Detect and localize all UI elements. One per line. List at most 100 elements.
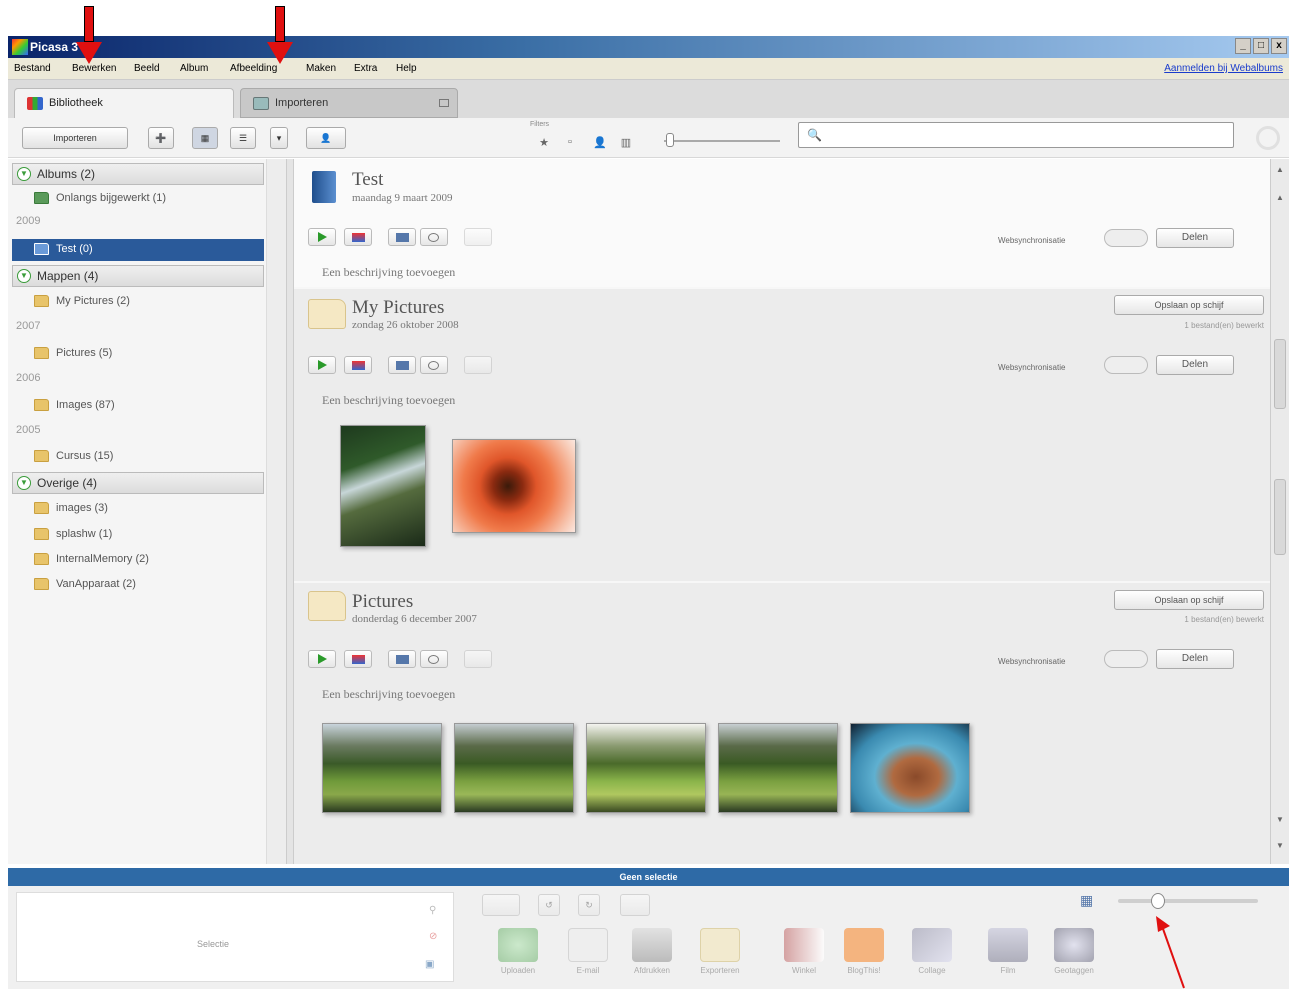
scroll-down-icon[interactable]: ▼ xyxy=(1273,815,1287,829)
photo-thumbnail[interactable] xyxy=(586,723,706,813)
signin-link[interactable]: Aanmelden bij Webalbums xyxy=(1164,63,1283,74)
scroll-thumb[interactable] xyxy=(1274,339,1286,409)
sidebar-item-my-pictures[interactable]: My Pictures (2) xyxy=(12,291,264,313)
collage-icon[interactable] xyxy=(912,928,952,962)
share-button[interactable]: Delen xyxy=(1156,355,1234,375)
collage-button[interactable] xyxy=(388,356,416,374)
scroll-up-icon[interactable]: ▲ xyxy=(1273,165,1287,179)
sidebar-item-test[interactable]: Test (0) xyxy=(12,239,264,261)
menu-bewerken[interactable]: Bewerken xyxy=(72,63,116,74)
share-button[interactable]: Delen xyxy=(1156,228,1234,248)
tab-close-icon[interactable] xyxy=(439,99,449,107)
photo-thumbnail[interactable] xyxy=(322,723,442,813)
section-title[interactable]: Pictures xyxy=(352,591,413,613)
view-thumbnails-button[interactable]: ▦ xyxy=(192,127,218,149)
search-input[interactable]: 🔍 xyxy=(798,122,1234,148)
upload-icon[interactable] xyxy=(498,928,538,962)
menu-bestand[interactable]: Bestand xyxy=(14,63,51,74)
sidebar-item-pictures[interactable]: Pictures (5) xyxy=(12,343,264,365)
add-to-album-button[interactable]: ➕ xyxy=(148,127,174,149)
info-button[interactable] xyxy=(420,650,448,668)
chevron-down-icon[interactable]: ▼ xyxy=(17,269,31,283)
websync-toggle[interactable] xyxy=(1104,229,1148,247)
sidebar-item-images-small[interactable]: images (3) xyxy=(12,498,264,520)
maximize-button[interactable]: □ xyxy=(1253,38,1269,54)
star-filter-icon[interactable]: ★ xyxy=(536,136,552,150)
menu-album[interactable]: Album xyxy=(180,63,208,74)
star-button[interactable] xyxy=(464,228,492,246)
menu-beeld[interactable]: Beeld xyxy=(134,63,160,74)
print-button[interactable] xyxy=(344,356,372,374)
add-description[interactable]: Een beschrijving toevoegen xyxy=(322,265,455,280)
thumbnail-zoom-slider[interactable] xyxy=(1118,899,1258,903)
movie-icon[interactable] xyxy=(988,928,1028,962)
collage-button[interactable] xyxy=(388,228,416,246)
email-icon[interactable] xyxy=(568,928,608,962)
star-button[interactable] xyxy=(464,650,492,668)
rotate-right-button[interactable]: ↻ xyxy=(578,894,600,916)
menu-extra[interactable]: Extra xyxy=(354,63,377,74)
thumbnail-zoom-knob[interactable] xyxy=(1151,893,1165,909)
info-button[interactable] xyxy=(420,356,448,374)
section-title[interactable]: Test xyxy=(352,169,383,191)
shop-icon[interactable] xyxy=(784,928,824,962)
geo-filter-icon[interactable]: ▥ xyxy=(618,136,634,150)
sidebar-item-internalmemory[interactable]: InternalMemory (2) xyxy=(12,549,264,571)
edit-button[interactable] xyxy=(482,894,520,916)
websync-toggle[interactable] xyxy=(1104,650,1148,668)
clear-icon[interactable]: ⊘ xyxy=(429,931,437,942)
menu-help[interactable]: Help xyxy=(396,63,417,74)
sidebar-scrollbar[interactable] xyxy=(266,159,286,864)
close-button[interactable]: x xyxy=(1271,38,1287,54)
info-button[interactable] xyxy=(420,228,448,246)
save-to-disk-button[interactable]: Opslaan op schijf xyxy=(1114,590,1264,610)
view-dropdown-button[interactable]: ▾ xyxy=(270,127,288,149)
slideshow-button[interactable] xyxy=(308,650,336,668)
sidebar-item-images[interactable]: Images (87) xyxy=(12,395,264,417)
chevron-down-icon[interactable]: ▼ xyxy=(17,476,31,490)
photo-thumbnail[interactable] xyxy=(452,439,576,533)
video-filter-icon[interactable]: ▫ xyxy=(562,136,578,150)
menu-maken[interactable]: Maken xyxy=(306,63,336,74)
view-tree-button[interactable]: ☰ xyxy=(230,127,256,149)
photo-thumbnail[interactable] xyxy=(850,723,970,813)
scroll-up-icon[interactable]: ▲ xyxy=(1273,193,1287,207)
add-to-icon[interactable]: ▣ xyxy=(425,959,434,970)
tag-button[interactable] xyxy=(620,894,650,916)
blogger-icon[interactable] xyxy=(844,928,884,962)
photo-thumbnail[interactable] xyxy=(718,723,838,813)
slideshow-button[interactable] xyxy=(308,228,336,246)
tab-bibliotheek[interactable]: Bibliotheek xyxy=(14,88,234,118)
collage-button[interactable] xyxy=(388,650,416,668)
group-mappen[interactable]: ▼ Mappen (4) xyxy=(12,265,264,287)
slideshow-button[interactable] xyxy=(308,356,336,374)
star-button[interactable] xyxy=(464,356,492,374)
print-button[interactable] xyxy=(344,228,372,246)
import-button[interactable]: Importeren xyxy=(22,127,128,149)
sidebar-item-onlangs-bijgewerkt[interactable]: Onlangs bijgewerkt (1) xyxy=(12,188,264,210)
print-button[interactable] xyxy=(344,650,372,668)
content-scrollbar[interactable]: ▲ ▲ ▼ ▼ xyxy=(1270,159,1289,864)
scroll-thumb[interactable] xyxy=(1274,479,1286,555)
section-title[interactable]: My Pictures xyxy=(352,297,444,319)
group-overige[interactable]: ▼ Overige (4) xyxy=(12,472,264,494)
photo-thumbnail[interactable] xyxy=(340,425,426,547)
websync-toggle[interactable] xyxy=(1104,356,1148,374)
selection-tray[interactable]: Selectie ⚲ ⊘ ▣ xyxy=(16,892,454,982)
menu-afbeelding[interactable]: Afbeelding xyxy=(230,63,277,74)
add-description[interactable]: Een beschrijving toevoegen xyxy=(322,687,455,702)
date-slider-track[interactable] xyxy=(664,140,780,142)
tab-importeren[interactable]: Importeren xyxy=(240,88,458,118)
rotate-left-button[interactable]: ↺ xyxy=(538,894,560,916)
printer-icon[interactable] xyxy=(632,928,672,962)
hold-icon[interactable]: ⚲ xyxy=(429,905,436,916)
scroll-down-icon[interactable]: ▼ xyxy=(1273,841,1287,855)
face-filter-icon[interactable]: 👤 xyxy=(592,136,608,150)
date-slider-knob[interactable] xyxy=(666,133,674,147)
export-folder-icon[interactable] xyxy=(700,928,740,962)
sidebar-item-splashw[interactable]: splashw (1) xyxy=(12,524,264,546)
save-to-disk-button[interactable]: Opslaan op schijf xyxy=(1114,295,1264,315)
minimize-button[interactable]: _ xyxy=(1235,38,1251,54)
people-button[interactable]: 👤 xyxy=(306,127,346,149)
add-description[interactable]: Een beschrijving toevoegen xyxy=(322,393,455,408)
